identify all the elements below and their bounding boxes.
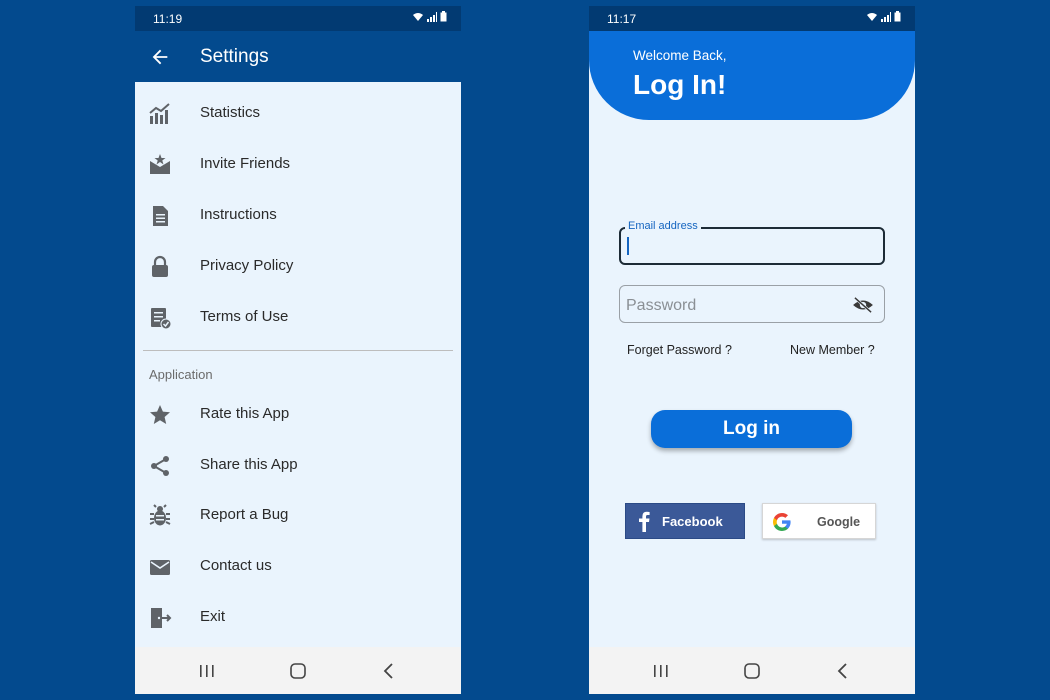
login-screen: 11:17 Welcome Back, Log In! Email addres…	[589, 6, 915, 694]
signal-icon	[427, 11, 437, 22]
star-icon	[150, 405, 170, 424]
exit-icon	[151, 608, 172, 628]
wifi-icon	[867, 12, 877, 21]
document-icon	[153, 206, 168, 226]
statistics-icon	[149, 103, 170, 124]
facebook-button[interactable]: Facebook	[625, 503, 745, 539]
menu-item-invite-friends[interactable]: Invite Friends	[135, 142, 461, 188]
status-bar: 11:19	[135, 6, 461, 31]
settings-screen: 11:19 Settings Statistics Invite Friends	[135, 6, 461, 694]
lock-icon	[152, 255, 168, 277]
visibility-off-icon[interactable]	[852, 296, 874, 314]
login-title: Log In!	[633, 69, 727, 100]
invite-icon	[150, 154, 170, 174]
menu-item-rate-app[interactable]: Rate this App	[135, 392, 461, 438]
menu-label: Invite Friends	[200, 155, 291, 172]
recent-apps-icon[interactable]	[650, 660, 672, 682]
email-field[interactable]: Email address	[619, 220, 885, 265]
menu-item-instructions[interactable]: Instructions	[135, 193, 461, 239]
bug-icon	[149, 504, 171, 526]
google-button[interactable]: Google	[762, 503, 876, 539]
signal-icon	[881, 11, 891, 22]
menu-item-exit[interactable]: Exit	[135, 595, 461, 641]
status-time: 11:17	[607, 12, 637, 26]
app-bar: Settings	[135, 31, 461, 82]
status-time: 11:19	[153, 12, 183, 26]
nav-back-icon[interactable]	[378, 660, 400, 682]
recent-apps-icon[interactable]	[196, 660, 218, 682]
terms-icon	[151, 308, 172, 330]
share-icon	[151, 456, 169, 476]
page-title: Settings	[200, 46, 269, 67]
facebook-icon	[639, 511, 650, 532]
login-button[interactable]: Log in	[651, 410, 852, 448]
google-icon	[773, 513, 791, 531]
section-header: Application	[149, 367, 213, 382]
navigation-bar	[135, 647, 461, 694]
text-cursor	[627, 237, 629, 255]
menu-label: Contact us	[200, 557, 272, 574]
new-member-link[interactable]: New Member ?	[790, 343, 875, 357]
google-label: Google	[817, 515, 861, 529]
navigation-bar	[589, 647, 915, 694]
facebook-label: Facebook	[662, 514, 723, 529]
home-icon[interactable]	[741, 660, 763, 682]
home-icon[interactable]	[287, 660, 309, 682]
password-field[interactable]: Password	[619, 285, 885, 323]
wifi-icon	[413, 12, 423, 21]
menu-item-contact-us[interactable]: Contact us	[135, 544, 461, 590]
menu-label: Statistics	[200, 104, 261, 121]
menu-label: Instructions	[200, 206, 277, 223]
login-header: Welcome Back, Log In!	[589, 31, 915, 120]
menu-item-privacy-policy[interactable]: Privacy Policy	[135, 244, 461, 290]
menu-label: Terms of Use	[200, 308, 289, 325]
menu-label: Share this App	[200, 456, 298, 473]
menu-item-statistics[interactable]: Statistics	[135, 91, 461, 137]
status-icons	[412, 11, 447, 22]
battery-icon	[440, 11, 447, 22]
menu-label: Rate this App	[200, 405, 290, 422]
nav-back-icon[interactable]	[832, 660, 854, 682]
back-arrow-icon[interactable]	[149, 46, 171, 68]
email-label: Email address	[625, 220, 701, 232]
status-bar: 11:17	[589, 6, 915, 31]
welcome-text: Welcome Back,	[633, 48, 727, 63]
section-divider	[143, 350, 453, 351]
menu-item-report-bug[interactable]: Report a Bug	[135, 493, 461, 539]
mail-icon	[150, 560, 170, 575]
menu-label: Report a Bug	[200, 506, 289, 523]
menu-label: Privacy Policy	[200, 257, 294, 274]
menu-label: Exit	[200, 608, 226, 625]
password-placeholder: Password	[626, 297, 697, 314]
menu-item-terms-of-use[interactable]: Terms of Use	[135, 295, 461, 341]
battery-icon	[894, 11, 901, 22]
status-icons	[866, 11, 901, 22]
forgot-password-link[interactable]: Forget Password ?	[627, 343, 732, 357]
menu-item-share-app[interactable]: Share this App	[135, 443, 461, 489]
